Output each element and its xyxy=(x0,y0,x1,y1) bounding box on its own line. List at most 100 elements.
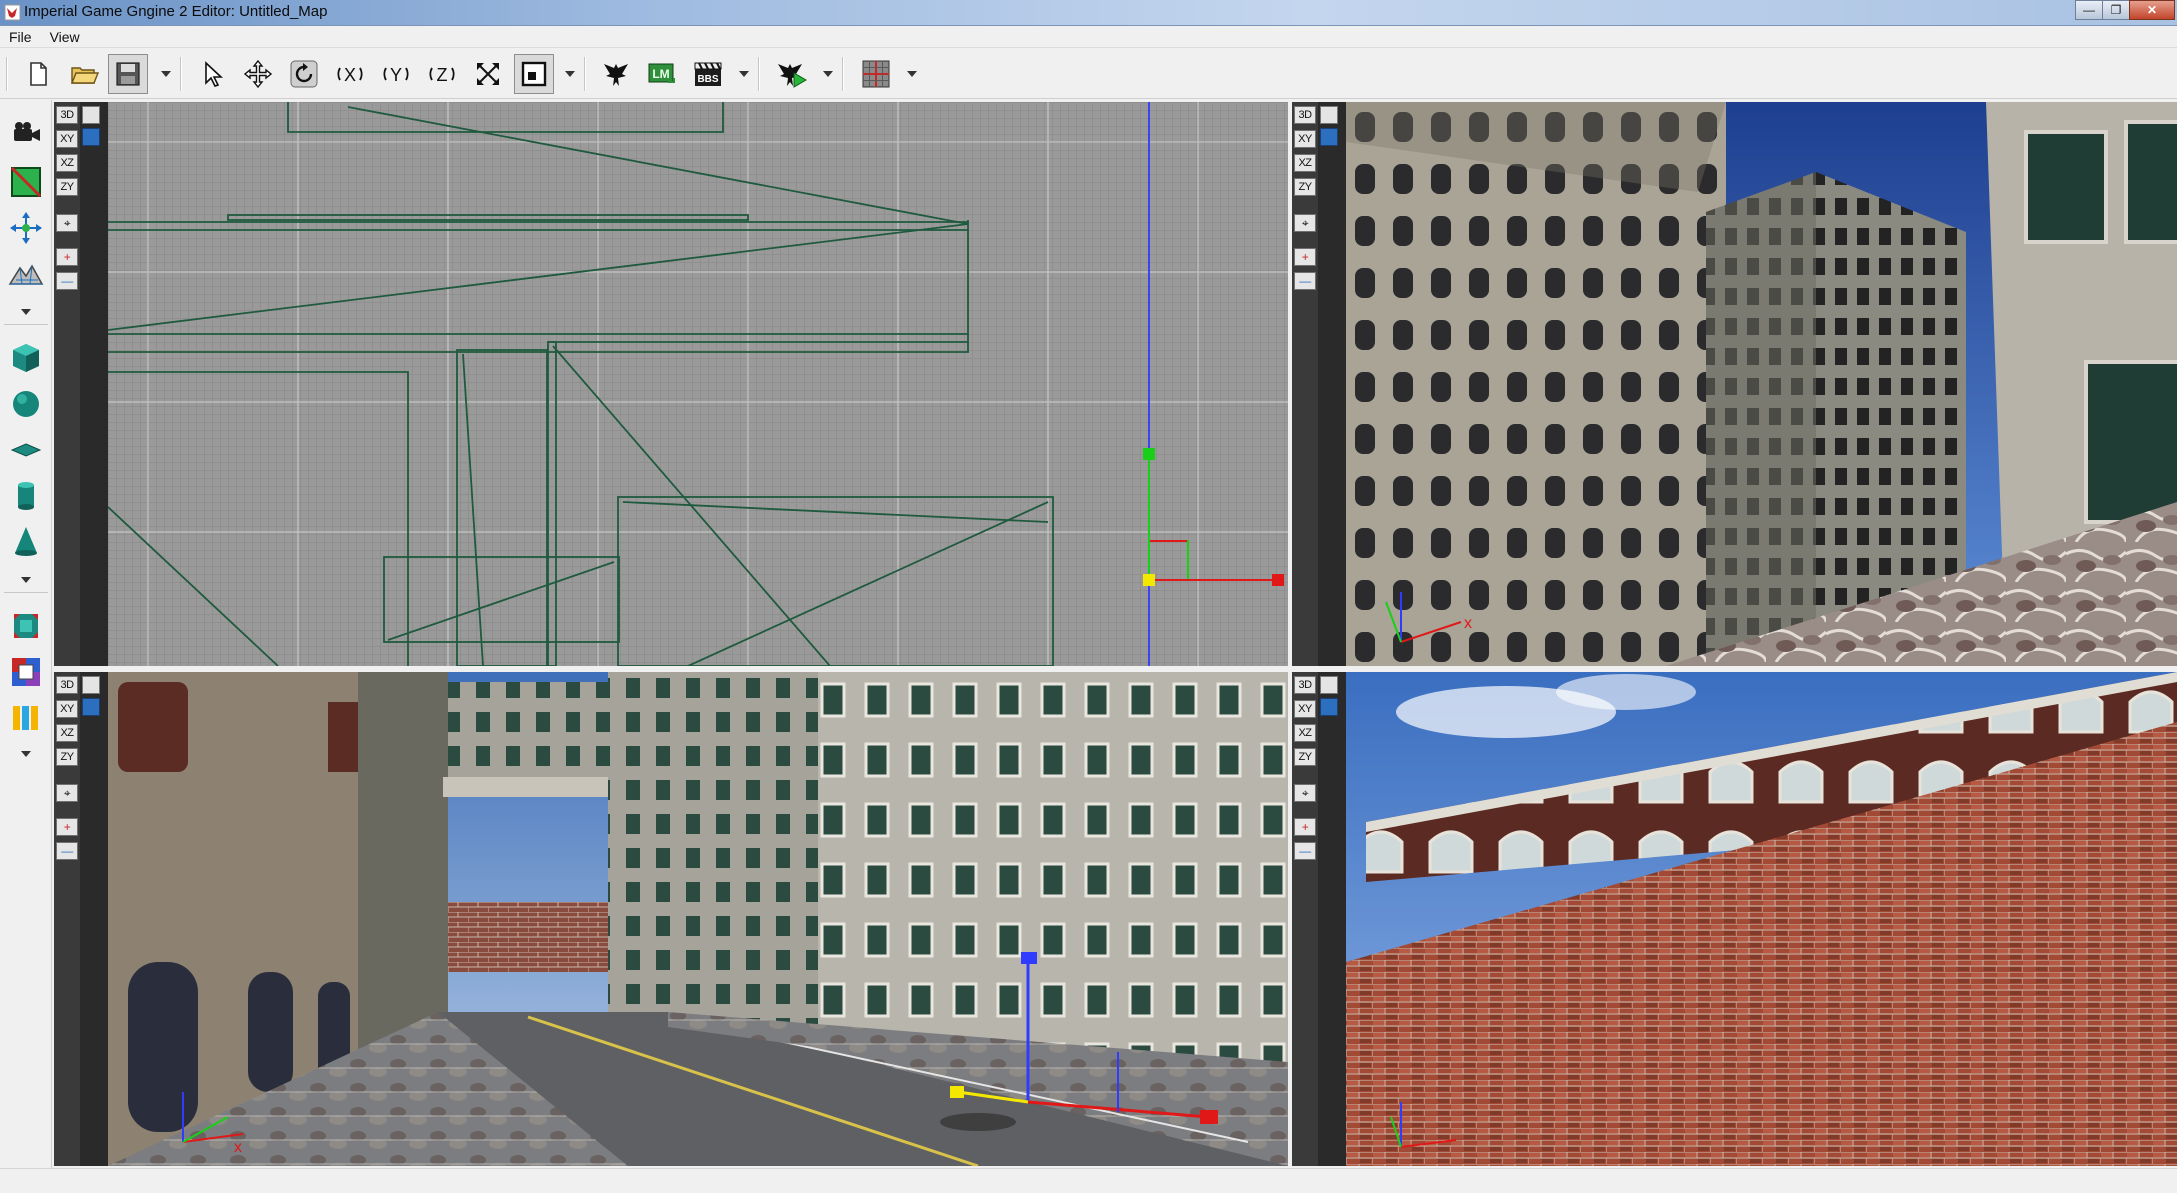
viewport-settings-icon[interactable] xyxy=(1320,676,1338,694)
view-zy-button[interactable]: ZY xyxy=(1294,178,1316,196)
menu-file[interactable]: File xyxy=(0,29,41,45)
add-cylinder-button[interactable] xyxy=(6,476,46,516)
zoom-out-button[interactable]: — xyxy=(1294,842,1316,860)
toolbar-separator xyxy=(180,57,182,91)
center-view-button[interactable]: ⌖ xyxy=(1294,214,1316,232)
snap-options-dropdown[interactable] xyxy=(564,67,576,81)
view-xz-button[interactable]: XZ xyxy=(56,724,78,742)
viewport-top-left[interactable]: 3D XY XZ ZY ⌖ + — xyxy=(54,102,1288,666)
menu-bar: File View xyxy=(0,26,2177,48)
view-xy-button[interactable]: XY xyxy=(1294,700,1316,718)
save-options-dropdown[interactable] xyxy=(160,67,172,81)
camera-tool-button[interactable] xyxy=(6,114,46,154)
viewport-top-right[interactable]: 3D XY XZ ZY ⌖ + — x xyxy=(1292,102,2177,666)
add-box-button[interactable] xyxy=(6,338,46,378)
viewport-play-icon[interactable] xyxy=(1320,698,1338,716)
restore-button[interactable]: ❐ xyxy=(2102,0,2130,20)
zoom-in-button[interactable]: + xyxy=(56,818,78,836)
center-view-button[interactable]: ⌖ xyxy=(56,214,78,232)
run-options-dropdown[interactable] xyxy=(822,67,834,81)
view-xy-button[interactable]: XY xyxy=(56,700,78,718)
viewport-play-icon[interactable] xyxy=(82,128,100,146)
palette-more-dropdown[interactable] xyxy=(18,306,34,318)
view-3d-button[interactable]: 3D xyxy=(56,106,78,124)
save-map-button[interactable] xyxy=(108,54,148,94)
toolbar-separator xyxy=(584,57,586,91)
primitives-more-dropdown[interactable] xyxy=(18,574,34,586)
close-button[interactable]: ✕ xyxy=(2129,0,2175,20)
view-xz-button[interactable]: XZ xyxy=(1294,724,1316,742)
viewport-layout-button[interactable] xyxy=(856,54,896,94)
center-view-button[interactable]: ⌖ xyxy=(1294,784,1316,802)
zoom-in-button[interactable]: + xyxy=(56,248,78,266)
texture-tool-button[interactable] xyxy=(6,606,46,646)
view-xz-button[interactable]: XZ xyxy=(1294,154,1316,172)
viewport-play-icon[interactable] xyxy=(82,698,100,716)
zoom-in-button[interactable]: + xyxy=(1294,818,1316,836)
transform-gizmo[interactable] xyxy=(1143,448,1284,586)
toolbar-separator xyxy=(758,57,760,91)
viewport-settings-icon[interactable] xyxy=(82,106,100,124)
layout-options-dropdown[interactable] xyxy=(906,67,918,81)
rotate-z-button[interactable]: Z xyxy=(422,54,462,94)
cylinder-icon xyxy=(18,482,34,510)
material-tool-button[interactable] xyxy=(6,652,46,692)
viewport-3d-canvas[interactable]: x xyxy=(108,672,1288,1166)
viewport-xy-canvas[interactable] xyxy=(108,102,1288,666)
view-xy-button[interactable]: XY xyxy=(1294,130,1316,148)
view-zy-button[interactable]: ZY xyxy=(56,178,78,196)
material-icon xyxy=(12,658,40,686)
rotate-y-button[interactable]: Y xyxy=(376,54,416,94)
center-view-button[interactable]: ⌖ xyxy=(56,784,78,802)
view-xy-button[interactable]: XY xyxy=(56,130,78,148)
run-game-button[interactable] xyxy=(772,54,812,94)
view-3d-button[interactable]: 3D xyxy=(1294,106,1316,124)
toolbar-grip xyxy=(6,57,8,91)
zoom-out-button[interactable]: — xyxy=(56,272,78,290)
view-3d-button[interactable]: 3D xyxy=(56,676,78,694)
scale-tool-button[interactable] xyxy=(468,54,508,94)
minimize-button[interactable]: — xyxy=(2075,0,2103,20)
new-map-button[interactable] xyxy=(18,54,58,94)
tools-more-dropdown[interactable] xyxy=(18,748,34,760)
editor-window: Imperial Game Gngine 2 Editor: Untitled_… xyxy=(0,0,2177,1193)
add-plane-button[interactable] xyxy=(6,430,46,470)
viewport-bottom-right[interactable]: 3D XY XZ ZY ⌖ + — xyxy=(1292,672,2177,1166)
viewport-3d-canvas[interactable] xyxy=(1346,672,2177,1166)
entity-tool-button[interactable] xyxy=(6,698,46,738)
zoom-out-button[interactable]: — xyxy=(56,842,78,860)
menu-view[interactable]: View xyxy=(41,29,89,45)
terrain-tool-button[interactable] xyxy=(6,254,46,294)
viewport-settings-icon[interactable] xyxy=(82,676,100,694)
brush-tool-button[interactable] xyxy=(6,162,46,202)
viewport-3d-canvas[interactable]: x xyxy=(1346,102,2177,666)
bbs-button[interactable]: BBS xyxy=(688,54,728,94)
view-xz-button[interactable]: XZ xyxy=(56,154,78,172)
view-zy-button[interactable]: ZY xyxy=(56,748,78,766)
engine-eagle-button[interactable] xyxy=(596,54,636,94)
move-tool-button[interactable] xyxy=(238,54,278,94)
lightmap-button[interactable]: LM xyxy=(642,54,682,94)
title-bar[interactable]: Imperial Game Gngine 2 Editor: Untitled_… xyxy=(0,0,2177,26)
rotate-tool-button[interactable] xyxy=(284,54,324,94)
open-map-button[interactable] xyxy=(64,54,104,94)
add-cone-button[interactable] xyxy=(6,522,46,562)
viewport-play-icon[interactable] xyxy=(1320,128,1338,146)
snap-toggle-button[interactable] xyxy=(514,54,554,94)
rotate-x-button[interactable]: X xyxy=(330,54,370,94)
rotate-z-label: Z xyxy=(437,65,448,85)
green-plane-icon xyxy=(10,166,42,198)
select-tool-button[interactable] xyxy=(192,54,232,94)
street-scene-render: x xyxy=(108,672,1288,1166)
window-title: Imperial Game Gngine 2 Editor: Untitled_… xyxy=(24,3,328,20)
add-sphere-button[interactable] xyxy=(6,384,46,424)
view-3d-button[interactable]: 3D xyxy=(1294,676,1316,694)
pivot-tool-button[interactable] xyxy=(6,208,46,248)
viewport-bottom-left[interactable]: 3D XY XZ ZY ⌖ + — x xyxy=(54,672,1288,1166)
view-zy-button[interactable]: ZY xyxy=(1294,748,1316,766)
viewport-settings-icon[interactable] xyxy=(1320,106,1338,124)
zoom-out-button[interactable]: — xyxy=(1294,272,1316,290)
palette-separator xyxy=(4,592,48,593)
build-options-dropdown[interactable] xyxy=(738,67,750,81)
zoom-in-button[interactable]: + xyxy=(1294,248,1316,266)
